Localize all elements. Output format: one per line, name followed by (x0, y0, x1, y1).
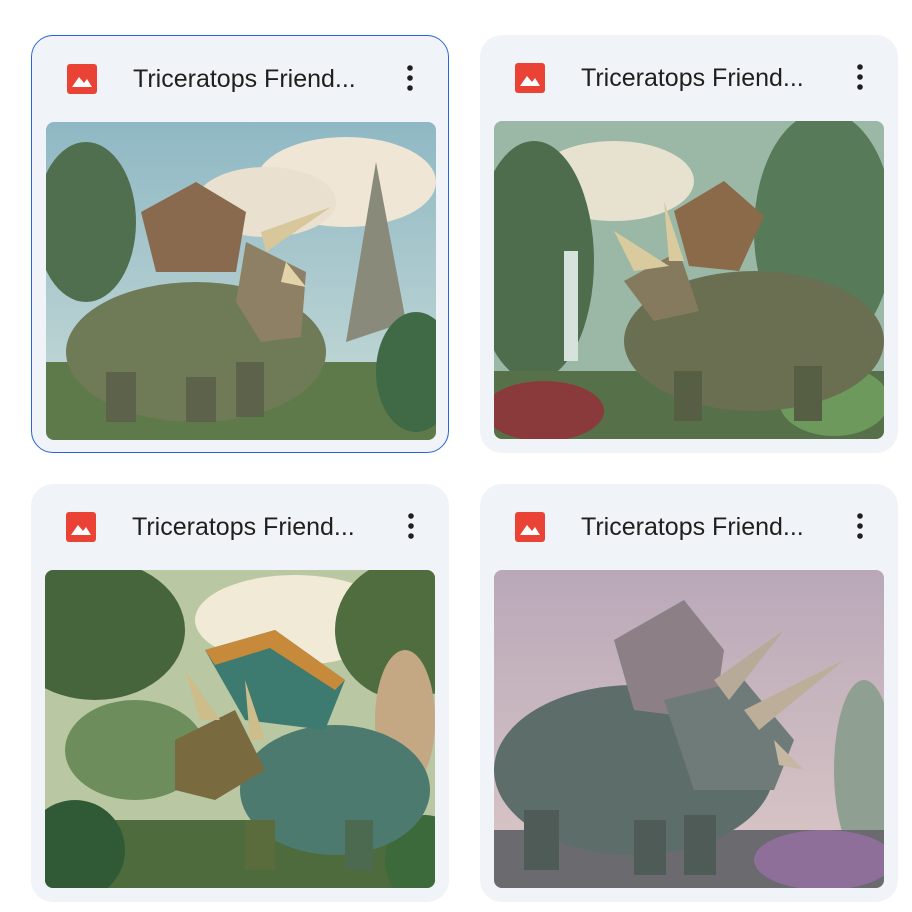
file-title[interactable]: Triceratops Friend... (581, 510, 831, 544)
file-thumbnail[interactable] (494, 121, 884, 439)
more-options-button[interactable] (394, 58, 426, 98)
file-thumbnail[interactable] (46, 122, 436, 440)
more-options-button[interactable] (395, 506, 427, 546)
file-card-header: Triceratops Friend... (480, 35, 898, 121)
file-title[interactable]: Triceratops Friend... (581, 61, 831, 95)
more-vert-icon (408, 513, 414, 539)
file-card-header: Triceratops Friend... (480, 484, 898, 570)
more-options-button[interactable] (844, 57, 876, 97)
image-file-icon (66, 512, 96, 542)
file-card-header: Triceratops Friend... (31, 484, 449, 570)
more-vert-icon (857, 64, 863, 90)
file-thumbnail[interactable] (494, 570, 884, 888)
file-card[interactable]: Triceratops Friend... (31, 35, 449, 453)
image-file-icon (515, 512, 545, 542)
image-file-icon (515, 63, 545, 93)
more-options-button[interactable] (844, 506, 876, 546)
file-card-header: Triceratops Friend... (32, 36, 448, 122)
file-card[interactable]: Triceratops Friend... (31, 484, 449, 902)
file-title[interactable]: Triceratops Friend... (133, 62, 383, 96)
file-card[interactable]: Triceratops Friend... (480, 35, 898, 453)
file-card[interactable]: Triceratops Friend... (480, 484, 898, 902)
image-file-icon (67, 64, 97, 94)
more-vert-icon (407, 65, 413, 91)
more-vert-icon (857, 513, 863, 539)
file-title[interactable]: Triceratops Friend... (132, 510, 382, 544)
file-thumbnail[interactable] (45, 570, 435, 888)
